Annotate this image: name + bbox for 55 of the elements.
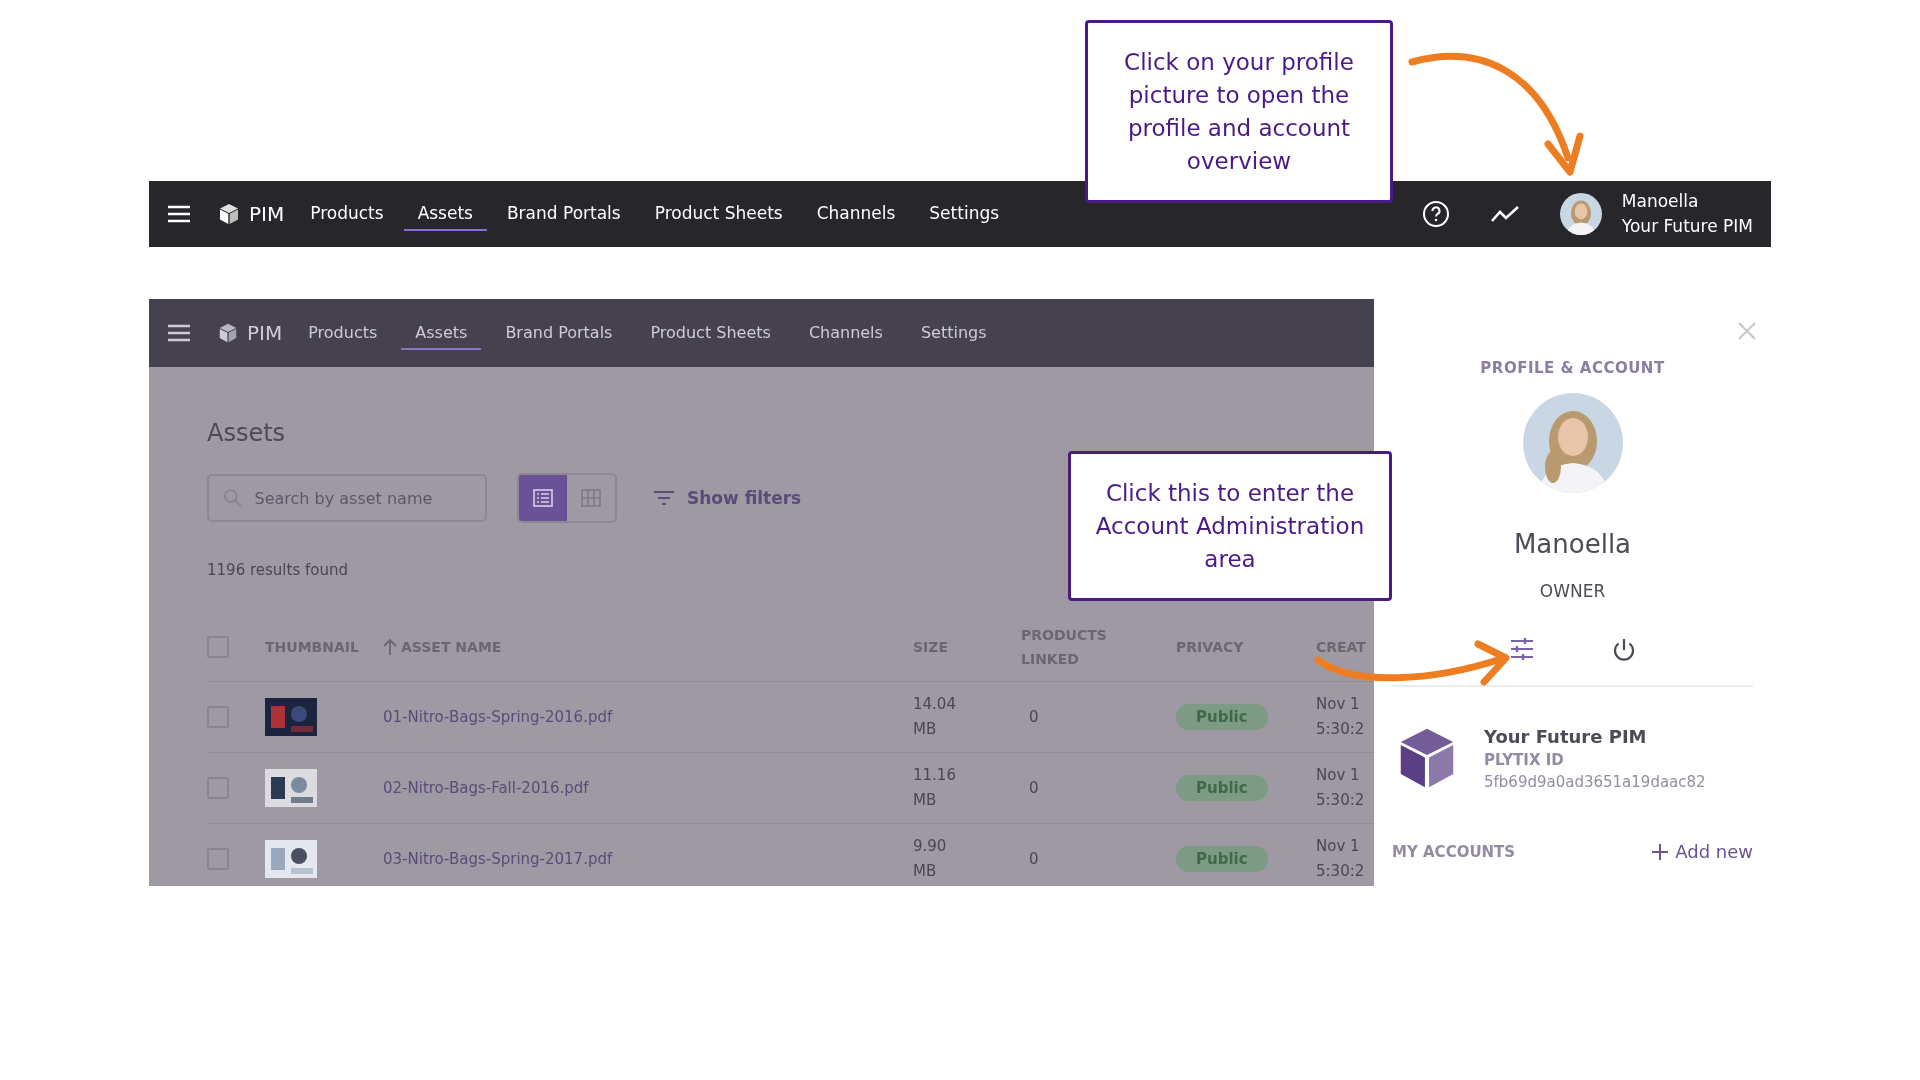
table-cell-text: 9.90 MB xyxy=(913,836,948,882)
nav-tab[interactable]: Settings xyxy=(915,197,1014,231)
filter-icon xyxy=(653,490,675,506)
view-toggle[interactable] xyxy=(519,475,567,521)
grid-view-icon xyxy=(581,489,601,507)
page-title: Assets xyxy=(207,419,287,447)
id-label: PLYTIX ID xyxy=(1484,750,1565,769)
nav-tab[interactable]: Product Sheets xyxy=(640,197,797,231)
menu-icon[interactable] xyxy=(167,324,191,342)
account-name: Your Future PIM xyxy=(1621,215,1753,238)
privacy-badge: Public xyxy=(1176,775,1268,801)
table-cell-text: Nov 1 5:30:2 xyxy=(1316,694,1366,740)
callout: Click this to enter the Account Administration area xyxy=(1068,451,1392,601)
profile-name: Manoella xyxy=(1513,529,1632,559)
cube-icon xyxy=(217,202,241,226)
nav-tab[interactable]: Channels xyxy=(802,197,910,231)
table-cell-text: 0 xyxy=(1028,777,1040,799)
panel-heading: PROFILE & ACCOUNT xyxy=(1480,359,1665,377)
sliders-icon xyxy=(1508,637,1535,661)
nav-tab[interactable]: Brand Portals xyxy=(492,197,635,231)
nav-tab[interactable]: Settings xyxy=(906,316,1001,350)
nav-tab[interactable]: Products xyxy=(294,316,392,350)
nav-tab[interactable]: Brand Portals xyxy=(491,316,627,350)
plus-icon xyxy=(1651,842,1670,861)
cube-icon xyxy=(217,322,239,344)
nav-tab[interactable]: Product Sheets xyxy=(636,316,785,350)
table-cell-text: 0 xyxy=(1028,706,1040,728)
close-icon xyxy=(1737,321,1757,341)
add-new-button[interactable]: Add new xyxy=(1651,841,1753,862)
search-box[interactable]: Search by asset name xyxy=(207,474,487,522)
profile-role: OWNER xyxy=(1539,581,1606,601)
search-field[interactable]: Search by asset name xyxy=(252,487,471,509)
user-name: Manoella xyxy=(1621,190,1700,213)
results-count: 1196 results found xyxy=(207,561,348,579)
help-icon[interactable] xyxy=(1421,200,1450,228)
privacy-badge: Public xyxy=(1176,846,1268,872)
logo[interactable]: PIM xyxy=(217,321,283,345)
nav-tab[interactable]: Assets xyxy=(403,197,487,231)
table-cell-text: Nov 1 5:30:2 xyxy=(1316,836,1366,882)
account-id: 5fb69d9a0ad3651a19daac82 xyxy=(1484,772,1706,791)
callout: Click on your profile picture to open the profile and account overview xyxy=(1085,20,1393,203)
table-cell-text: 14.04 MB xyxy=(913,694,957,740)
privacy-badge: Public xyxy=(1176,704,1268,730)
list-view-icon xyxy=(533,489,553,507)
logo[interactable]: PIM xyxy=(217,202,285,226)
table-cell-text: Nov 1 5:30:2 xyxy=(1316,765,1366,811)
settings-button[interactable] xyxy=(1508,637,1535,663)
section-label: MY ACCOUNTS xyxy=(1392,842,1516,861)
table-cell-text: 0 xyxy=(1028,848,1040,870)
nav-tab[interactable]: Assets xyxy=(401,316,482,350)
table-cell-text: 11.16 MB xyxy=(913,765,957,811)
nav-tab[interactable]: Products xyxy=(296,197,398,231)
trend-line-icon[interactable] xyxy=(1489,204,1520,224)
account-title: Your Future PIM xyxy=(1484,725,1648,747)
nav-tab[interactable]: Channels xyxy=(794,316,897,350)
